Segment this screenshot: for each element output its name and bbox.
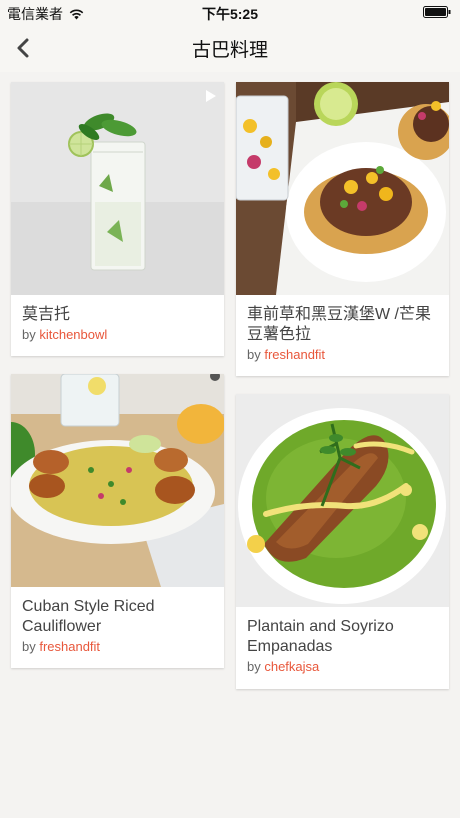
recipe-name: 車前草和黑豆漢堡W /芒果豆薯色拉: [247, 306, 431, 343]
recipe-name: Plantain and Soyrizo Empanadas: [247, 618, 394, 655]
author-link[interactable]: kitchenbowl: [39, 327, 107, 342]
recipe-byline: by kitchenbowl: [22, 327, 213, 342]
recipe-byline: by chefkajsa: [247, 659, 438, 674]
recipe-card-mojito[interactable]: 莫吉托 by kitchenbowl: [11, 82, 224, 356]
recipe-byline: by freshandfit: [247, 347, 438, 362]
status-time: 下午5:25: [201, 6, 259, 22]
recipe-meta: Cuban Style Riced Cauliflower by freshan…: [11, 587, 224, 654]
recipe-name: Cuban Style Riced Cauliflower: [22, 598, 155, 635]
recipe-meta: 車前草和黑豆漢堡W /芒果豆薯色拉 by freshandfit: [236, 295, 449, 362]
author-link[interactable]: freshandfit: [39, 639, 100, 654]
navigation-bar: 古巴料理: [0, 24, 460, 72]
author-link[interactable]: freshandfit: [264, 347, 325, 362]
author-link[interactable]: chefkajsa: [264, 659, 319, 674]
by-label: by: [22, 327, 40, 342]
recipe-photo: [236, 82, 449, 295]
battery-icon: [423, 6, 451, 18]
recipe-name: 莫吉托: [22, 306, 71, 323]
by-label: by: [247, 347, 265, 362]
by-label: by: [22, 639, 40, 654]
recipe-photo: [236, 394, 449, 607]
recipe-byline: by freshandfit: [22, 639, 213, 654]
page-title: 古巴料理: [191, 40, 268, 61]
recipe-photo: [11, 82, 224, 295]
recipe-card-plantain-burger[interactable]: 車前草和黑豆漢堡W /芒果豆薯色拉 by freshandfit: [236, 82, 449, 376]
recipe-meta: 莫吉托 by kitchenbowl: [11, 295, 224, 342]
recipe-card-riced-cauliflower[interactable]: Cuban Style Riced Cauliflower by freshan…: [11, 374, 224, 668]
recipe-meta: Plantain and Soyrizo Empanadas by chefka…: [236, 607, 449, 674]
by-label: by: [247, 659, 265, 674]
recipe-card-empanadas[interactable]: Plantain and Soyrizo Empanadas by chefka…: [236, 394, 449, 689]
recipe-photo: [11, 374, 224, 587]
status-bar: 電信業者 下午5:25: [0, 0, 460, 24]
